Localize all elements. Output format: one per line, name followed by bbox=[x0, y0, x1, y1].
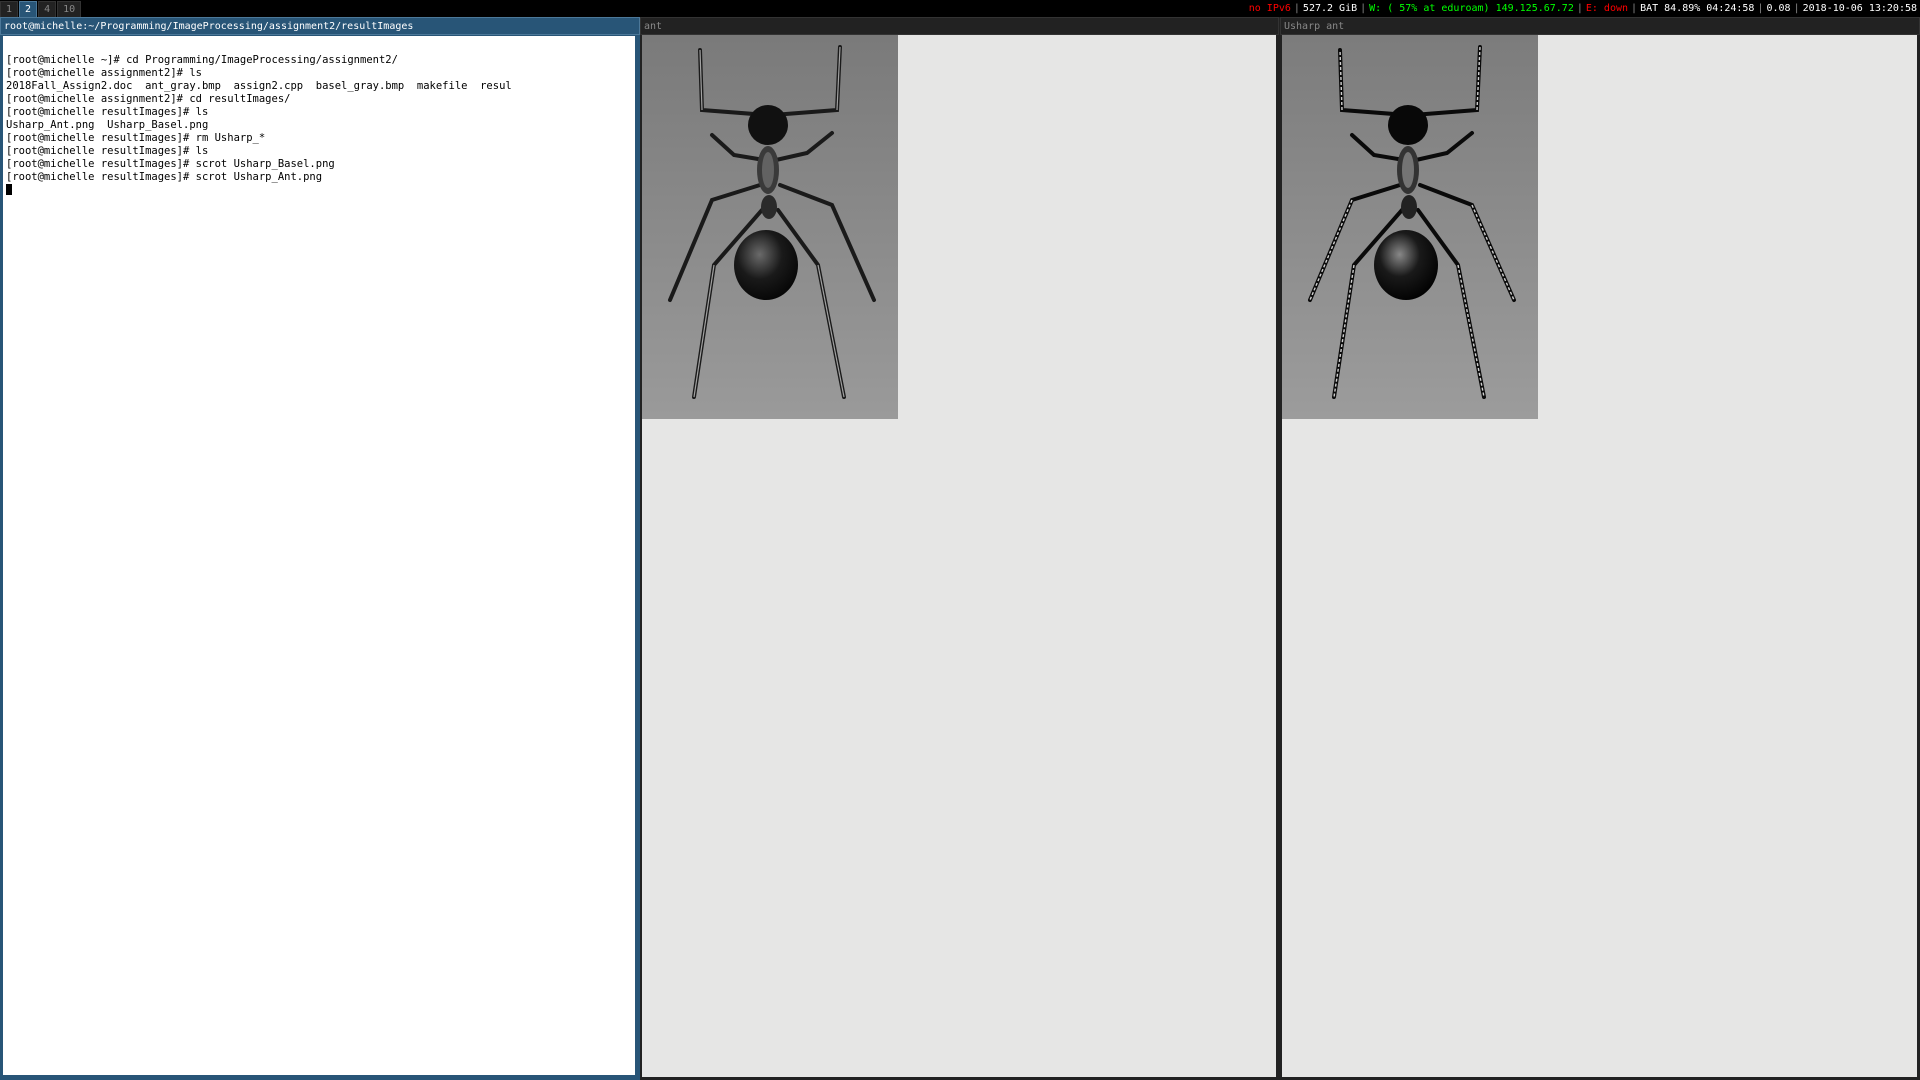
terminal-line: [root@michelle resultImages]# rm Usharp_… bbox=[6, 132, 266, 144]
top-status-bar: 1 2 4 10 no IPv6 | 527.2 GiB | W: ( 57% … bbox=[0, 0, 1920, 18]
status-ipv6: no IPv6 bbox=[1248, 3, 1291, 14]
status-separator: | bbox=[1631, 3, 1638, 14]
viewer-canvas[interactable] bbox=[1282, 35, 1917, 1077]
ant-photo bbox=[642, 35, 898, 419]
terminal-title[interactable]: root@michelle:~/Programming/ImageProcess… bbox=[0, 17, 640, 35]
status-wifi: W: ( 57% at eduroam) 149.125.67.72 bbox=[1369, 3, 1574, 14]
terminal-line: Usharp_Ant.png Usharp_Basel.png bbox=[6, 119, 209, 131]
workspace-button-1[interactable]: 1 bbox=[0, 1, 19, 18]
status-separator: | bbox=[1576, 3, 1583, 14]
terminal-line: [root@michelle resultImages]# ls bbox=[6, 106, 209, 118]
ant-photo-sharpened-icon bbox=[1282, 35, 1538, 419]
terminal-line: [root@michelle resultImages]# scrot Usha… bbox=[6, 158, 335, 170]
viewer-title[interactable]: ant bbox=[640, 17, 1279, 35]
status-ethernet: E: down bbox=[1585, 3, 1629, 14]
status-load: 0.08 bbox=[1766, 3, 1791, 14]
viewer-canvas[interactable] bbox=[642, 35, 1276, 1077]
terminal-line: [root@michelle assignment2]# cd resultIm… bbox=[6, 93, 291, 105]
status-blocks: no IPv6 | 527.2 GiB | W: ( 57% at eduroa… bbox=[1249, 0, 1917, 17]
image-viewer-window-usharp-ant[interactable]: Usharp ant bbox=[1280, 17, 1920, 1080]
terminal-line: [root@michelle assignment2]# ls bbox=[6, 67, 202, 79]
terminal-line: [root@michelle resultImages]# ls bbox=[6, 145, 209, 157]
workspace-button-4[interactable]: 4 bbox=[38, 1, 57, 18]
status-datetime: 2018-10-06 13:20:58 bbox=[1802, 3, 1917, 14]
viewer-title[interactable]: Usharp ant bbox=[1280, 17, 1920, 35]
status-separator: | bbox=[1793, 3, 1800, 14]
status-separator: | bbox=[1757, 3, 1764, 14]
status-separator: | bbox=[1293, 3, 1300, 14]
status-battery: BAT 84.89% 04:24:58 bbox=[1640, 3, 1755, 14]
ant-photo-sharpened bbox=[1282, 35, 1538, 419]
status-disk: 527.2 GiB bbox=[1302, 3, 1358, 14]
image-viewer-window-ant[interactable]: ant bbox=[640, 17, 1279, 1080]
status-separator: | bbox=[1360, 3, 1367, 14]
terminal-output[interactable]: [root@michelle ~]# cd Programming/ImageP… bbox=[2, 35, 636, 1076]
workspace-button-2[interactable]: 2 bbox=[19, 1, 38, 18]
terminal-cursor bbox=[6, 184, 12, 195]
terminal-line: [root@michelle resultImages]# scrot Usha… bbox=[6, 171, 323, 183]
terminal-line: 2018Fall_Assign2.doc ant_gray.bmp assign… bbox=[6, 80, 512, 92]
terminal-line: [root@michelle ~]# cd Programming/ImageP… bbox=[6, 54, 398, 66]
workspace-list: 1 2 4 10 bbox=[0, 0, 82, 18]
ant-photo-icon bbox=[642, 35, 898, 419]
workspace-button-10[interactable]: 10 bbox=[57, 1, 82, 18]
terminal-window[interactable]: root@michelle:~/Programming/ImageProcess… bbox=[0, 17, 640, 1080]
